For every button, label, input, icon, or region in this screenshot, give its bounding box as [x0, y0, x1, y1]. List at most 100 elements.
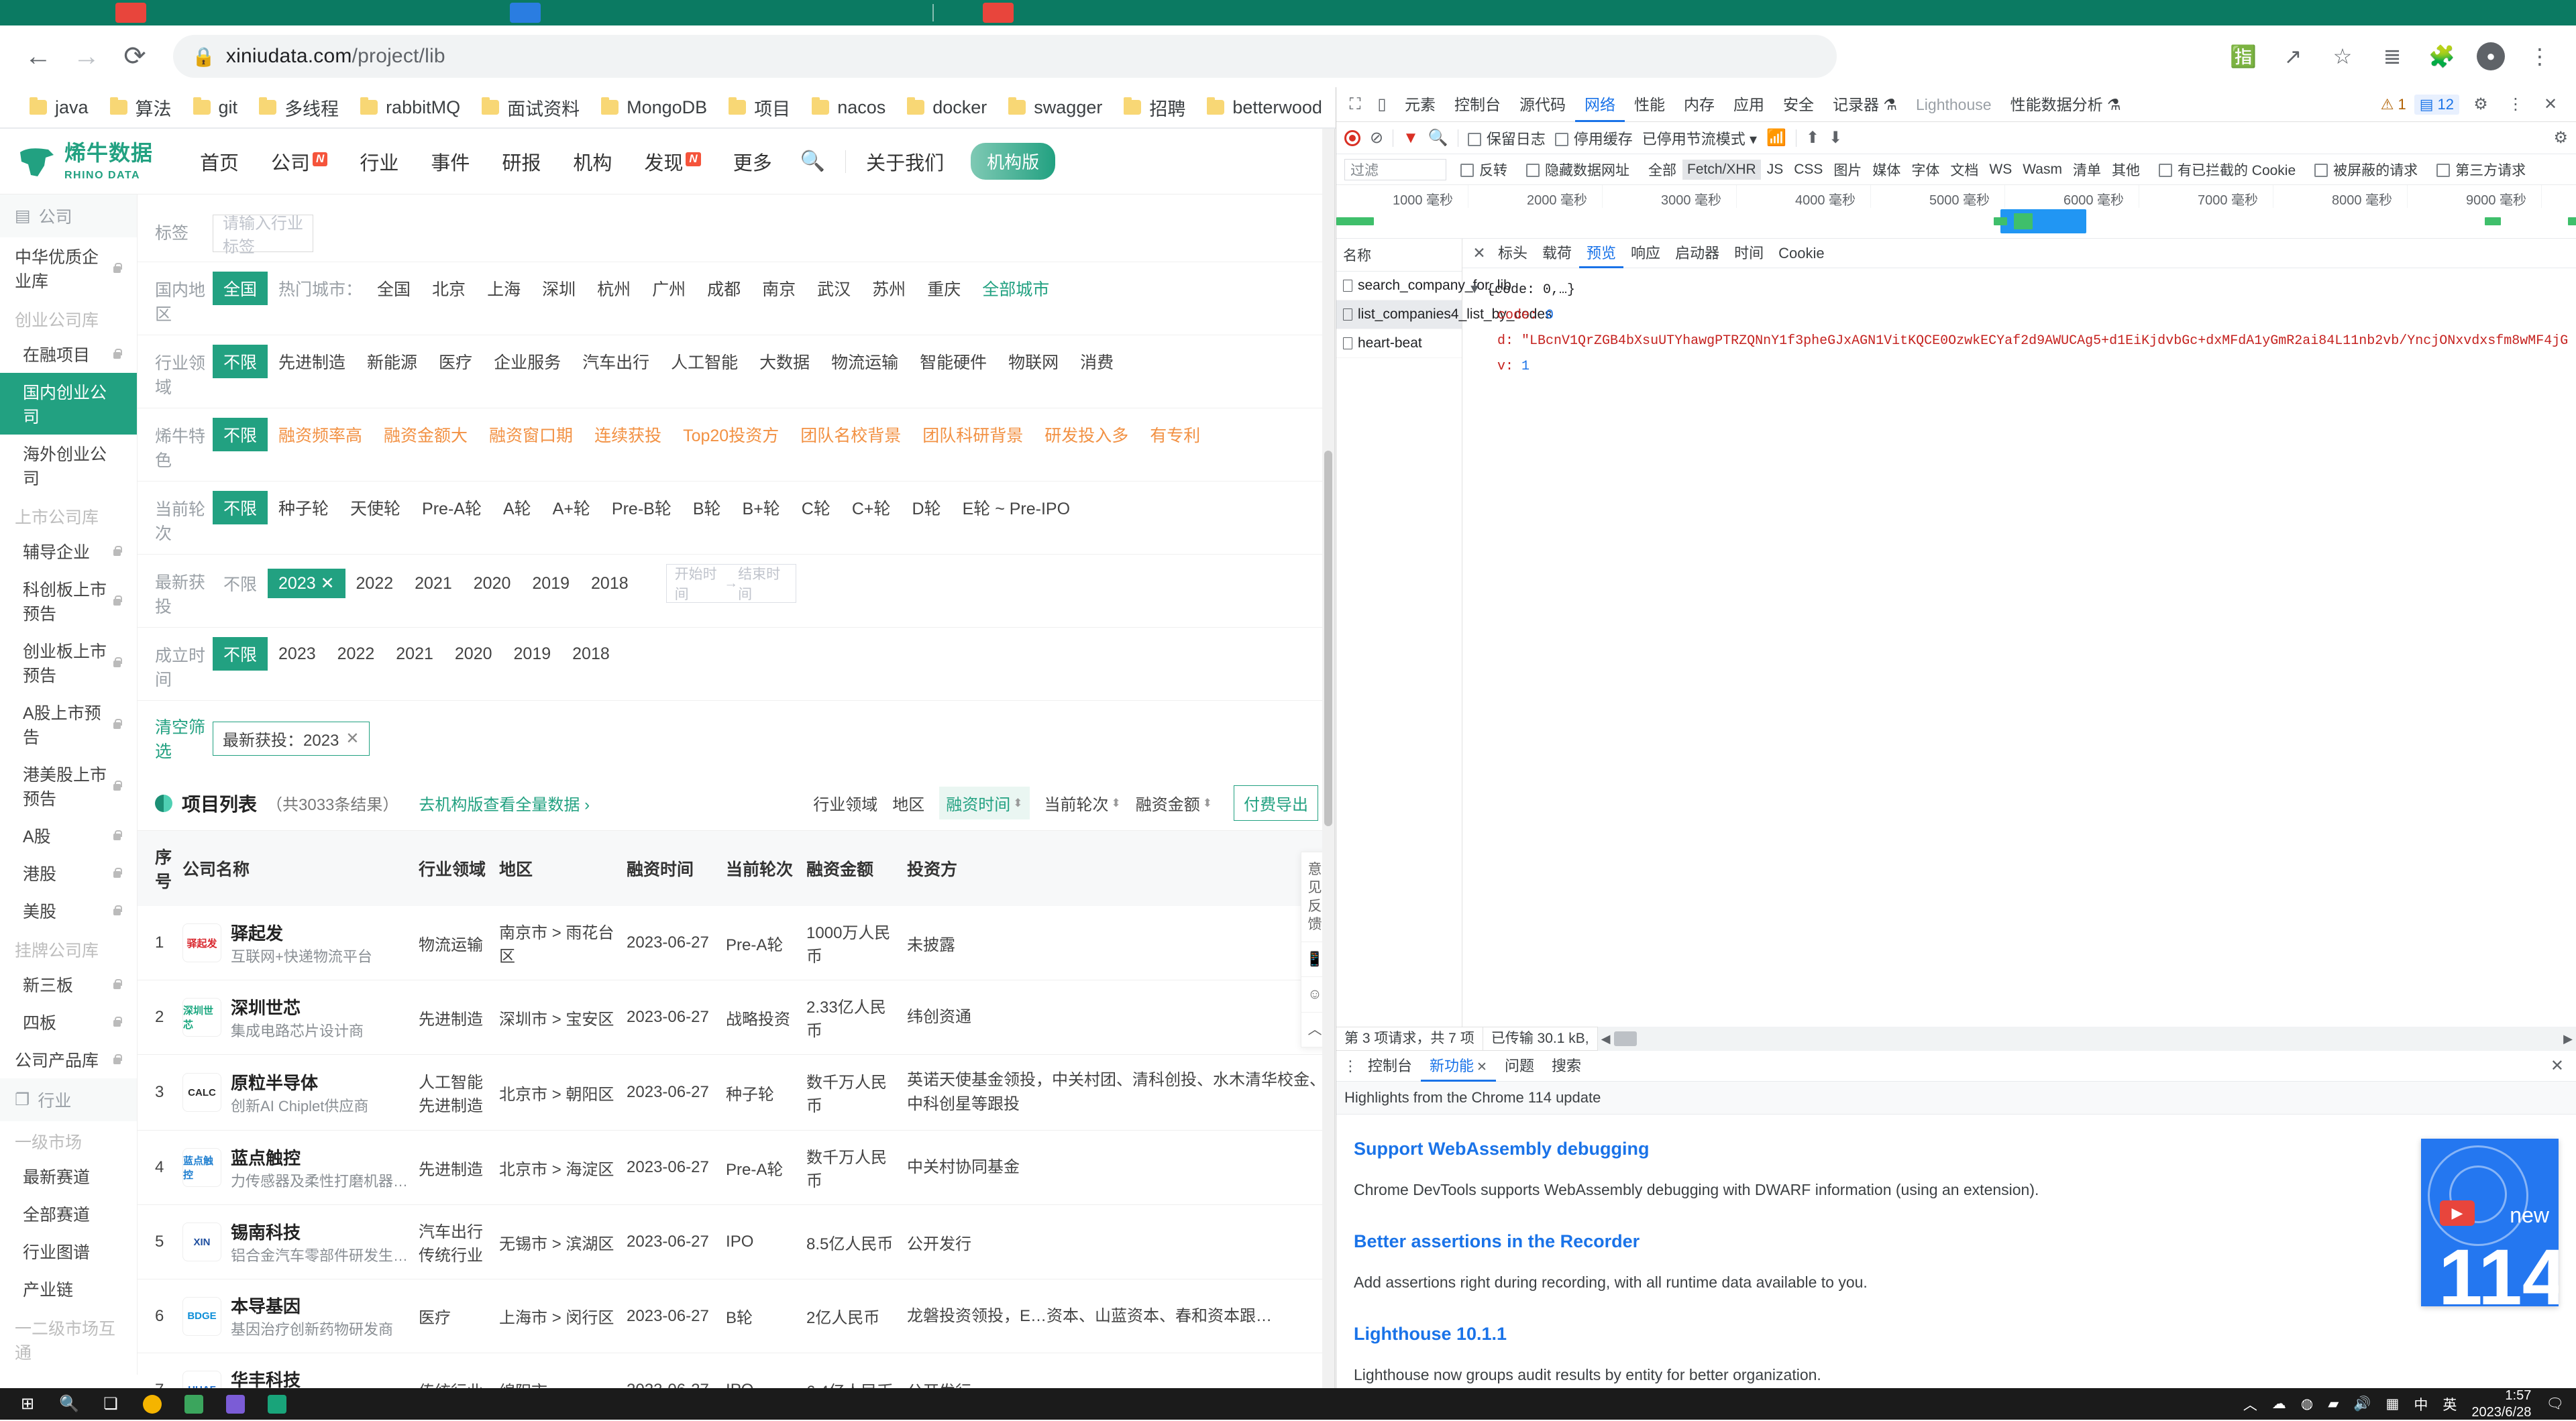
bookmark-item[interactable]: docker: [896, 93, 998, 122]
resource-type-图片[interactable]: 图片: [1829, 158, 1866, 182]
table-row[interactable]: 5 XIN 锡南科技 铝合金汽车零部件研发生… 汽车出行 传统行业 无锡市 > 滨…: [138, 1204, 1334, 1280]
filter-chip-物流运输[interactable]: 物流运输: [820, 345, 909, 378]
json-root[interactable]: ▼ {code: 0,…}: [1470, 278, 2568, 303]
filter-chip-A+轮[interactable]: A+轮: [542, 491, 601, 524]
volume-icon[interactable]: 🔊: [2353, 1396, 2371, 1412]
filter-chip-2021[interactable]: 2021: [404, 569, 463, 598]
filter-chip-南京[interactable]: 南京: [751, 272, 806, 305]
devtools-tab-Lighthouse[interactable]: Lighthouse: [1907, 87, 2001, 122]
reading-list-icon[interactable]: ≣: [2377, 44, 2407, 69]
filter-chip-武汉[interactable]: 武汉: [806, 272, 861, 305]
filter-chip-all-cities[interactable]: 全部城市: [971, 272, 1060, 305]
app-icon[interactable]: [256, 1388, 298, 1420]
site-logo[interactable]: 烯牛数据 RHINO DATA: [19, 142, 153, 181]
filter-chip-2019[interactable]: 2019: [503, 640, 562, 669]
gear-icon[interactable]: ⚙: [2467, 91, 2494, 118]
network-conditions-icon[interactable]: 📶: [1766, 128, 1786, 148]
filter-chip-Pre-A轮[interactable]: Pre-A轮: [411, 491, 492, 524]
search-icon[interactable]: 🔍: [1428, 128, 1448, 148]
filter-chip-Top20投资方[interactable]: Top20投资方: [672, 418, 790, 451]
filter-chip-2020[interactable]: 2020: [444, 640, 503, 669]
search-icon[interactable]: 🔍: [48, 1388, 90, 1420]
detail-tab-响应[interactable]: 响应: [1623, 239, 1668, 268]
row-investors[interactable]: 英诺天使基金领投，中关村团、清科创投、水木清华校金、中科创星等跟投: [902, 1054, 1334, 1131]
date-end-input[interactable]: 结束时间: [738, 563, 788, 604]
sidebar-item-产业链[interactable]: 产业链: [0, 1270, 137, 1308]
nav-item-更多[interactable]: 更多: [717, 148, 788, 176]
bookmark-item[interactable]: MongoDB: [590, 93, 718, 122]
throttling-select[interactable]: 已停用节流模式 ▾: [1642, 127, 1757, 149]
browser-tab-2[interactable]: [510, 3, 541, 23]
sorter-当前轮次[interactable]: 当前轮次 ⬍: [1044, 791, 1121, 815]
filter-chip-深圳[interactable]: 深圳: [531, 272, 586, 305]
table-row[interactable]: 4 蓝点触控 蓝点触控 力传感器及柔性打磨机器… 先进制造 北京市 > 海淀区 …: [138, 1130, 1334, 1205]
sorter-行业领域[interactable]: 行业领域: [813, 791, 877, 815]
onedrive-icon[interactable]: ☁: [2272, 1396, 2286, 1412]
sidebar-item-科创板上市预告[interactable]: 科创板上市预告: [0, 570, 137, 632]
filter-chip-融资金额大[interactable]: 融资金额大: [373, 418, 478, 451]
org-edition-link[interactable]: 去机构版查看全量数据 ›: [419, 791, 590, 815]
filter-chip-汽车出行[interactable]: 汽车出行: [572, 345, 660, 378]
network-settings-icon[interactable]: ⚙: [2553, 128, 2568, 148]
task-view-icon[interactable]: ❏: [90, 1388, 131, 1420]
company-name[interactable]: 锡南科技: [231, 1223, 301, 1243]
filter-chip-重庆[interactable]: 重庆: [916, 272, 971, 305]
profile-avatar-icon[interactable]: ●: [2477, 42, 2505, 70]
filter-chip-大数据[interactable]: 大数据: [749, 345, 820, 378]
bookmark-item[interactable]: git: [182, 93, 249, 122]
bookmark-item[interactable]: java: [19, 93, 99, 122]
sidebar-item-全部赛道[interactable]: 全部赛道: [0, 1195, 137, 1233]
filter-chip-全国[interactable]: 全国: [366, 272, 421, 305]
drawer-close-icon[interactable]: ✕: [2551, 1056, 2571, 1076]
sidebar-item-美股[interactable]: 美股: [0, 892, 137, 929]
device-toolbar-icon[interactable]: ▯: [1368, 91, 1395, 118]
network-overview-timeline[interactable]: 1000 毫秒 2000 毫秒 3000 毫秒 4000 毫秒 5000 毫秒 6000 …: [1336, 185, 2576, 239]
third-party-checkbox[interactable]: 第三方请求: [2432, 158, 2530, 182]
filter-chip-不限[interactable]: 不限: [213, 345, 268, 378]
sidebar-item-创业板上市预告[interactable]: 创业板上市预告: [0, 632, 137, 693]
detail-tab-标头[interactable]: 标头: [1491, 239, 1535, 268]
filter-chip-E轮 ~ Pre-IPO[interactable]: E轮 ~ Pre-IPO: [952, 491, 1081, 524]
filter-chip-2022[interactable]: 2022: [345, 569, 405, 598]
filter-chip-不限[interactable]: 不限: [213, 418, 268, 451]
sorter-地区[interactable]: 地区: [892, 791, 924, 815]
disable-cache-checkbox[interactable]: 停用缓存: [1554, 127, 1633, 149]
filter-chip-北京[interactable]: 北京: [421, 272, 476, 305]
filter-chip-苏州[interactable]: 苏州: [861, 272, 916, 305]
filter-chip-不限[interactable]: 不限: [213, 491, 268, 524]
clear-filters-button[interactable]: 清空筛选: [155, 714, 213, 762]
share-icon[interactable]: ↗: [2278, 44, 2308, 69]
filter-chip-连续获投[interactable]: 连续获投: [584, 418, 672, 451]
filter-chip-不限[interactable]: 不限: [213, 637, 268, 671]
invert-checkbox[interactable]: 反转: [1456, 158, 1512, 182]
company-name[interactable]: 蓝点触控: [231, 1148, 301, 1168]
bookmark-item[interactable]: 算法: [99, 91, 182, 125]
article-title[interactable]: Support WebAssembly debugging: [1354, 1139, 2401, 1159]
request-item[interactable]: search_company_for_lib: [1336, 272, 1511, 300]
company-name[interactable]: 华丰科技: [231, 1370, 301, 1388]
notification-icon[interactable]: 🗨: [2546, 1396, 2564, 1412]
company-name[interactable]: 驿起发: [231, 923, 283, 944]
filter-chip-selected[interactable]: 2023 ✕: [268, 569, 345, 598]
play-icon[interactable]: ▶: [2440, 1200, 2475, 1226]
table-row[interactable]: 2 深圳世芯 深圳世芯 集成电路芯片设计商 先进制造 深圳市 > 宝安区 202…: [138, 980, 1334, 1055]
filter-chip-2019[interactable]: 2019: [521, 569, 580, 598]
filter-chip-C+轮[interactable]: C+轮: [841, 491, 902, 524]
table-row[interactable]: 7 HUAF 华丰科技 光电连接器及互连方案提… 传统行业 绵阳市 2023-0…: [138, 1353, 1334, 1388]
bookmark-item[interactable]: 多线程: [248, 91, 350, 125]
remove-filter-icon[interactable]: ✕: [345, 729, 359, 748]
company-name[interactable]: 本导基因: [231, 1296, 301, 1316]
bookmark-item[interactable]: 招聘: [1113, 91, 1196, 125]
devtools-tab-性能[interactable]: 性能: [1625, 87, 1674, 122]
detail-tab-载荷[interactable]: 载荷: [1535, 239, 1579, 268]
nav-item-about[interactable]: 关于我们: [866, 148, 944, 176]
code-icon[interactable]: [215, 1388, 256, 1420]
bookmark-item[interactable]: 项目: [718, 91, 801, 125]
filter-chip-智能硬件[interactable]: 智能硬件: [909, 345, 998, 378]
row-investors[interactable]: 纬创资通: [902, 980, 1334, 1055]
org-edition-button[interactable]: 机构版: [971, 143, 1056, 180]
devtools-tab-记录器 ⚗[interactable]: 记录器 ⚗: [1823, 87, 1907, 122]
resource-type-Fetch/XHR[interactable]: Fetch/XHR: [1682, 159, 1761, 180]
export-button[interactable]: 付费导出: [1234, 785, 1318, 821]
reload-button[interactable]: ⟳: [114, 36, 156, 77]
